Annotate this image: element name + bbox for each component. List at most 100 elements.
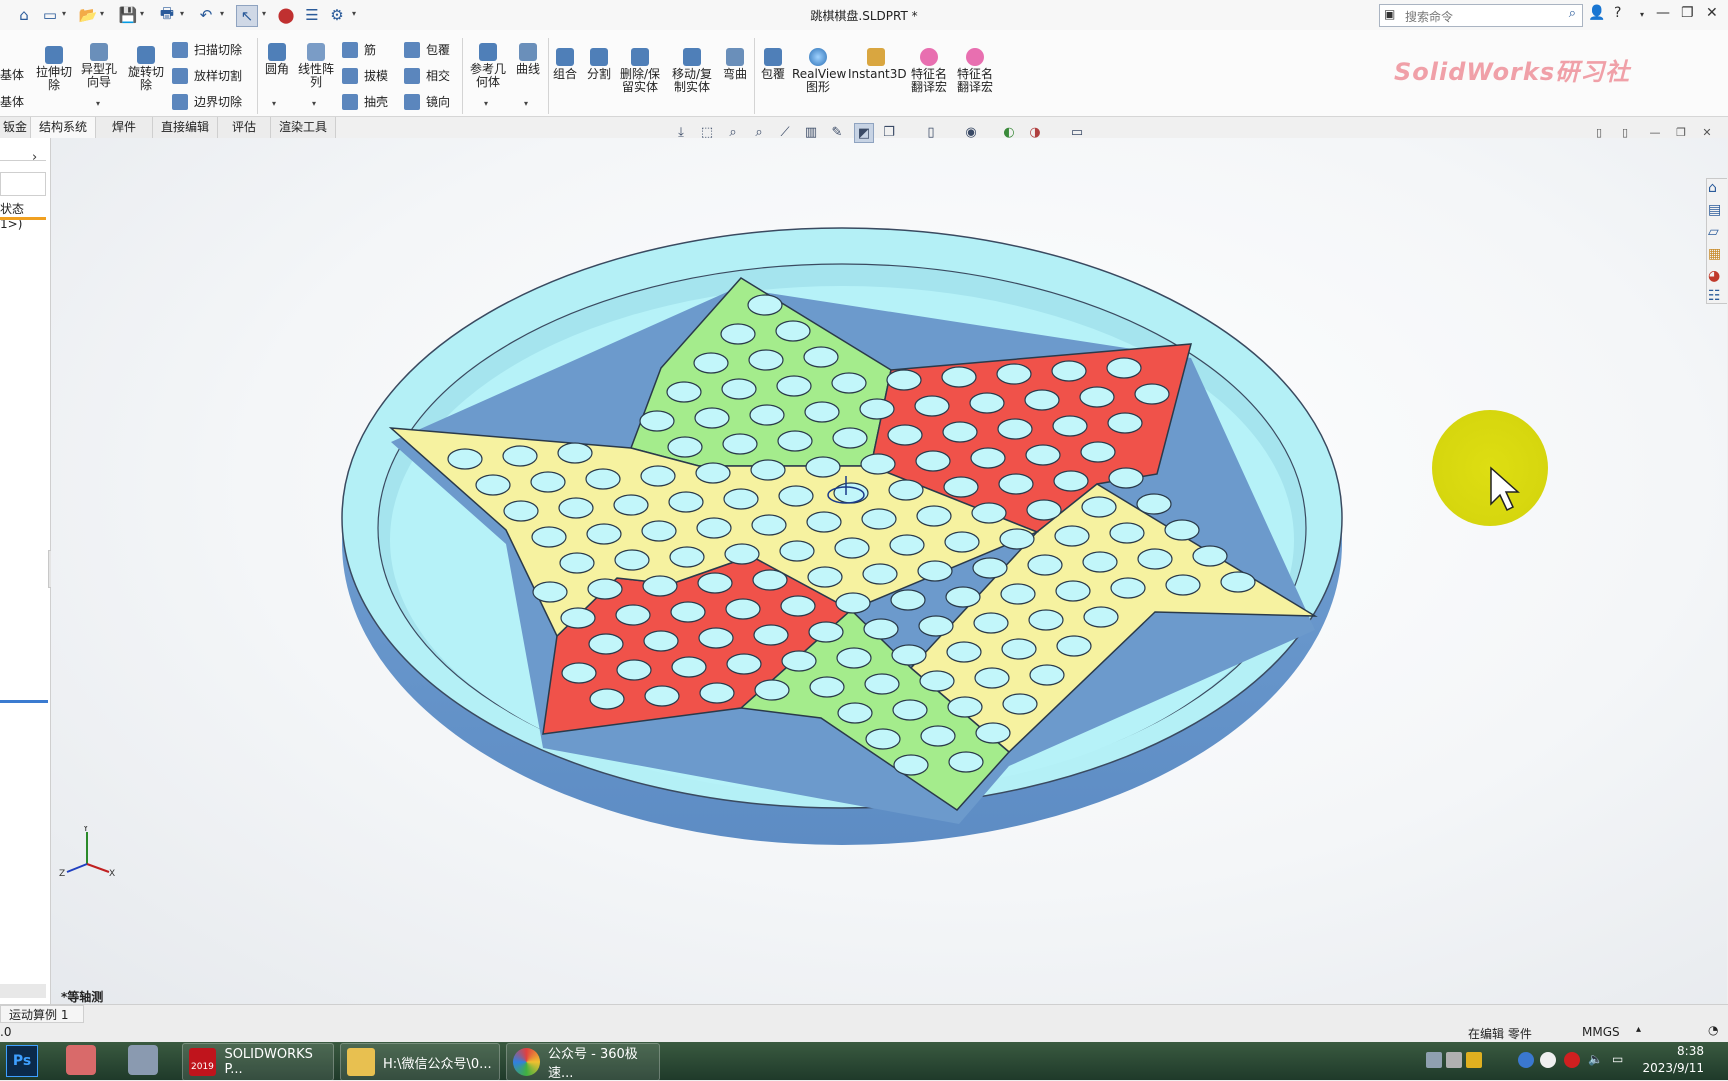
previous-view-icon[interactable]: ⌕ — [750, 123, 768, 141]
hole-wizard-button[interactable]: 异型孔向导 — [78, 43, 120, 89]
view-settings-icon[interactable]: ▭ — [1068, 123, 1086, 141]
chevron-down-icon[interactable]: ▾ — [220, 9, 224, 18]
tray-icon[interactable] — [1446, 1052, 1462, 1068]
clock-date[interactable]: 2023/9/11 — [1638, 1061, 1704, 1075]
options-icon[interactable]: ⚙ — [327, 5, 347, 25]
model-render[interactable] — [51, 138, 1727, 1004]
volume-icon[interactable]: 🔈 — [1588, 1052, 1604, 1068]
reference-geometry-button[interactable]: 参考几何体 — [468, 43, 508, 89]
file-properties-icon[interactable]: ☰ — [302, 5, 322, 25]
tab-motion-study[interactable]: 运动算例 1 — [0, 1005, 84, 1023]
macro-translate-button[interactable]: 特征名翻译宏 — [954, 48, 996, 94]
section-view-icon[interactable]: ⟋ — [776, 123, 794, 141]
scene-icon[interactable]: ◉ — [962, 123, 980, 141]
open-icon[interactable]: 📂 — [78, 5, 98, 25]
appearances-icon[interactable]: ◕ — [1708, 268, 1720, 284]
tab-structure-system[interactable]: 结构系统 — [31, 117, 96, 138]
minimize-icon[interactable]: — — [1656, 5, 1670, 21]
chevron-down-icon[interactable]: ▾ — [180, 9, 184, 18]
file-explorer-icon[interactable]: ▱ — [1708, 224, 1719, 240]
graphics-area[interactable]: ⌂ ▤ ▱ ▦ ◕ ☷ Y X Z *等轴测 — [51, 138, 1727, 1004]
restore-icon[interactable]: ❐ — [1672, 123, 1690, 141]
hide-show-icon[interactable]: ❐ — [880, 123, 898, 141]
zoom-area-icon[interactable]: ⬚ — [698, 123, 716, 141]
chevron-down-icon[interactable]: ▾ — [312, 99, 316, 108]
custom-properties-icon[interactable]: ☷ — [1708, 288, 1721, 304]
network-icon[interactable]: ▭ — [1612, 1052, 1628, 1068]
draft-button[interactable]: 拔模 — [342, 67, 388, 84]
apply-scene-icon[interactable]: ◑ — [1026, 123, 1044, 141]
view-orientation-icon[interactable]: ✎ — [828, 123, 846, 141]
user-icon[interactable]: 👤 — [1588, 5, 1605, 21]
fillet-button[interactable]: 圆角 — [262, 43, 292, 76]
keyboard-icon[interactable] — [1426, 1052, 1442, 1068]
clock-time[interactable]: 8:38 — [1644, 1044, 1704, 1058]
restore-icon[interactable]: ❐ — [1681, 5, 1694, 21]
tab-direct-editing[interactable]: 直接编辑 — [153, 117, 218, 138]
qq-icon[interactable] — [1540, 1052, 1556, 1068]
chevron-down-icon[interactable]: ▾ — [100, 9, 104, 18]
taskbar-browser[interactable]: 公众号 - 360极速... — [506, 1043, 660, 1081]
chevron-down-icon[interactable]: ▾ — [272, 99, 276, 108]
delete-keep-body-button[interactable]: 删除/保留实体 — [618, 48, 662, 94]
tray-icon[interactable] — [1466, 1052, 1482, 1068]
chevron-down-icon[interactable]: ▾ — [62, 9, 66, 18]
units-selector[interactable]: MMGS — [1582, 1025, 1620, 1039]
boundary-cut-button[interactable]: 边界切除 — [172, 93, 242, 110]
help-icon[interactable]: ? — [1614, 5, 1621, 21]
tag-icon[interactable]: ◔ — [1708, 1023, 1718, 1037]
move-copy-body-button[interactable]: 移动/复制实体 — [670, 48, 714, 94]
shell-button[interactable]: 抽壳 — [342, 93, 388, 110]
ribbon-partial-label[interactable]: 基体 — [0, 93, 24, 110]
tab-evaluate[interactable]: 评估 — [218, 117, 271, 138]
zoom-icon[interactable]: ⌕ — [724, 123, 742, 141]
swept-cut-button[interactable]: 扫描切除 — [172, 41, 242, 58]
design-library-icon[interactable]: ▤ — [1708, 202, 1721, 218]
intersect-button[interactable]: 相交 — [404, 67, 450, 84]
display-style-icon[interactable]: ◩ — [854, 123, 874, 143]
home-icon[interactable]: ⌂ — [14, 5, 34, 25]
mirror-button[interactable]: 镜向 — [404, 93, 450, 110]
rebuild-icon[interactable]: ⬤ — [276, 5, 296, 25]
search-input[interactable]: ▣ 搜索命令 ⌕ — [1379, 4, 1583, 27]
app-icon[interactable] — [128, 1045, 158, 1075]
split-view-icon[interactable]: ▯ — [1616, 123, 1634, 141]
chevron-down-icon[interactable]: ▾ — [1640, 10, 1644, 19]
edit-appearance-icon[interactable]: ▯ — [922, 123, 940, 141]
wrap-button[interactable]: 包覆 — [404, 41, 450, 58]
chevron-right-icon[interactable]: › — [32, 150, 37, 165]
zoom-to-fit-icon[interactable]: ⤓ — [672, 123, 690, 141]
record-icon[interactable] — [1564, 1052, 1580, 1068]
combine-button[interactable]: 组合 — [550, 48, 580, 81]
revolved-cut-button[interactable]: 旋转切除 — [126, 46, 166, 92]
rib-button[interactable]: 筋 — [342, 41, 376, 58]
chevron-down-icon[interactable]: ▾ — [484, 99, 488, 108]
chevron-down-icon[interactable]: ▾ — [352, 9, 356, 18]
tab-weldments[interactable]: 焊件 — [96, 117, 153, 138]
taskbar-solidworks[interactable]: 2019 SOLIDWORKS P... — [182, 1043, 334, 1081]
close-icon[interactable]: ✕ — [1706, 5, 1718, 21]
close-icon[interactable]: ✕ — [1698, 123, 1716, 141]
view-palette-icon[interactable]: ▦ — [1708, 246, 1721, 262]
linear-pattern-button[interactable]: 线性阵列 — [296, 43, 336, 89]
wrap-feature-button[interactable]: 包覆 — [758, 48, 788, 81]
tray-icon[interactable] — [1518, 1052, 1534, 1068]
ribbon-partial-label[interactable]: 基体 — [0, 66, 24, 83]
tab-sheet-metal[interactable]: 钣金 — [0, 117, 31, 138]
lofted-cut-button[interactable]: 放样切割 — [172, 67, 242, 84]
search-icon[interactable]: ⌕ — [1569, 6, 1576, 21]
tab-render-tools[interactable]: 渲染工具 — [271, 117, 336, 138]
print-icon[interactable]: 🖶 — [157, 4, 177, 25]
photoshop-icon[interactable]: Ps — [6, 1045, 38, 1077]
select-icon[interactable]: ↖ — [236, 5, 258, 27]
split-button[interactable]: 分割 — [584, 48, 614, 81]
filter-input[interactable] — [0, 172, 46, 196]
extruded-cut-button[interactable]: 拉伸切除 — [34, 46, 74, 92]
chevron-up-icon[interactable]: ▴ — [1636, 1024, 1641, 1035]
taskbar-explorer[interactable]: H:\微信公众号\0... — [340, 1043, 500, 1081]
chevron-down-icon[interactable]: ▾ — [262, 9, 266, 18]
instant3d-button[interactable]: Instant3D — [848, 48, 907, 81]
chevron-down-icon[interactable]: ▾ — [96, 99, 100, 108]
chevron-down-icon[interactable]: ▾ — [524, 99, 528, 108]
appearance-icon[interactable]: ◐ — [1000, 123, 1018, 141]
